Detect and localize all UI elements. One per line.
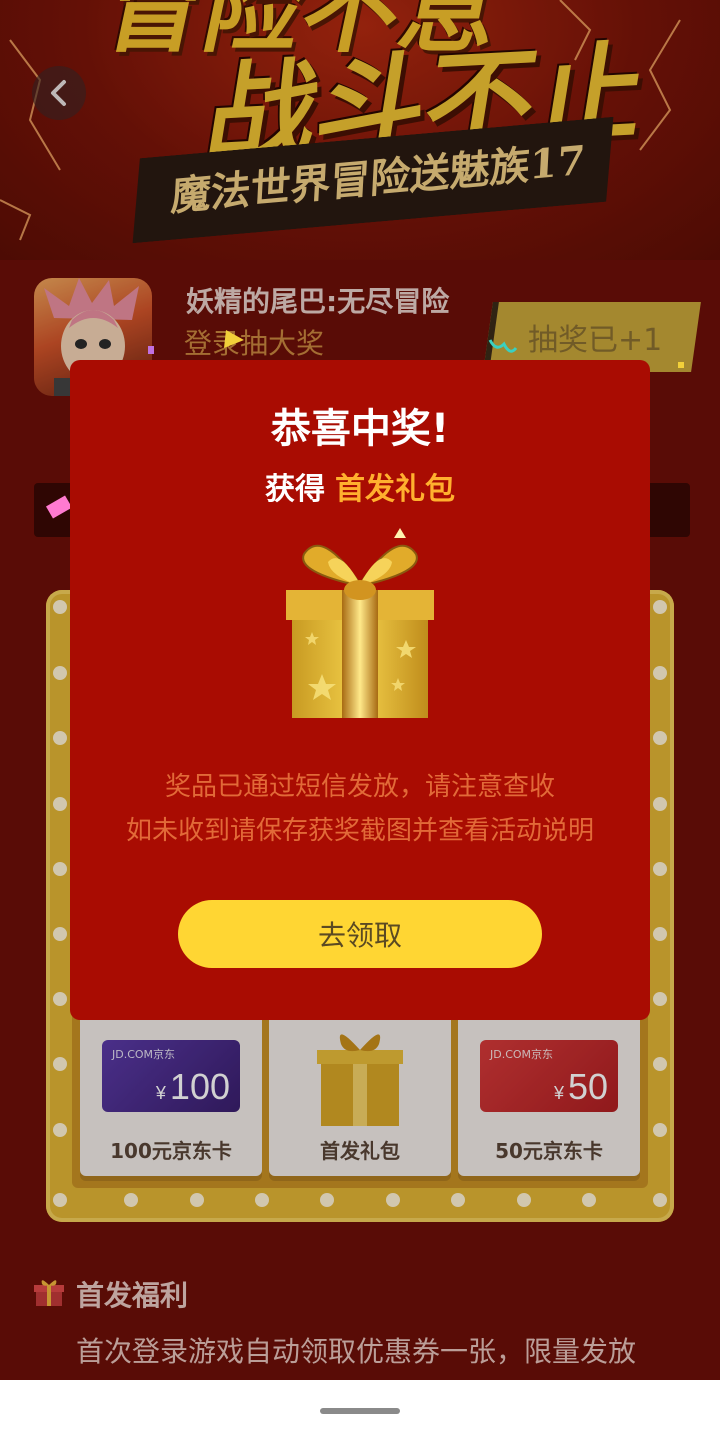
gift-box-image: [282, 528, 438, 724]
win-dialog: 恭喜中奖! 获得 首发礼包 奖品已通过短信发放，请注意查收 如未收到请保存获奖截…: [70, 360, 650, 1020]
system-nav-bar: [0, 1380, 720, 1440]
dialog-title: 恭喜中奖!: [270, 406, 450, 452]
claim-button[interactable]: 去领取: [178, 900, 542, 968]
subtitle-prefix: 获得: [265, 472, 325, 507]
dialog-message-line1: 奖品已通过短信发放，请注意查收: [164, 772, 555, 802]
home-indicator[interactable]: [320, 1408, 400, 1414]
prize-name: 首发礼包: [335, 472, 455, 507]
dialog-message-line2: 如未收到请保存获奖截图并查看活动说明: [125, 816, 594, 846]
gift-box-icon: [286, 528, 434, 718]
dialog-subtitle: 获得 首发礼包: [70, 464, 650, 508]
